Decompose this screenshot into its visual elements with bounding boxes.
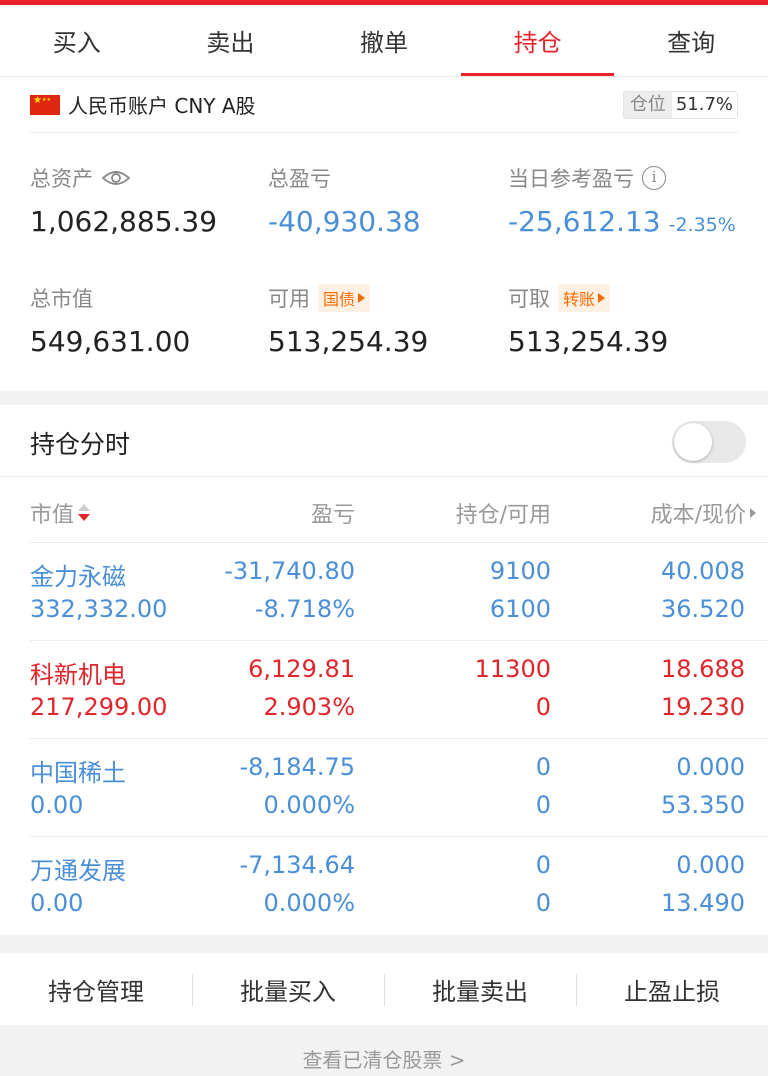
- stock-name: 中国稀土: [30, 759, 126, 787]
- batch-buy-button[interactable]: 批量买入: [192, 972, 384, 1007]
- stock-qty: 11300: [474, 655, 551, 683]
- withdrawable-funds: 可取 转账 513,254.39: [508, 283, 668, 358]
- flag-cn-icon: [30, 94, 60, 115]
- total-assets-value: 1,062,885.39: [30, 205, 218, 238]
- stock-available: 0: [535, 889, 551, 917]
- daily-pl-value: -25,612.13: [508, 205, 661, 238]
- toggle-knob: [674, 423, 712, 461]
- available-value: 513,254.39: [268, 325, 429, 358]
- take-profit-stop-loss-button[interactable]: 止盈止损: [576, 972, 768, 1007]
- manage-holdings-button[interactable]: 持仓管理: [0, 972, 192, 1007]
- next-icon[interactable]: [750, 508, 756, 518]
- stock-cost: 0.000: [676, 753, 745, 781]
- stock-qty: 9100: [489, 557, 551, 585]
- trade-tabs: 买入 卖出 撤单 持仓 查询: [0, 5, 768, 77]
- account-header: 人民币账户 CNY A股 仓位 51.7%: [30, 77, 738, 133]
- transfer-tag[interactable]: 转账: [558, 284, 611, 312]
- stock-price: 19.230: [661, 693, 745, 721]
- treasury-bond-tag[interactable]: 国债: [318, 284, 371, 312]
- withdrawable-value: 513,254.39: [508, 325, 669, 358]
- batch-sell-button[interactable]: 批量卖出: [384, 972, 576, 1007]
- stock-name: 科新机电: [30, 661, 126, 689]
- col-cost[interactable]: 成本/现价: [651, 497, 756, 529]
- holdings-section: 持仓分时 市值 盈亏 持仓/可用 成本/现价 金力永磁 332,332.00 -…: [0, 405, 768, 935]
- total-pl-label: 总盈亏: [268, 167, 331, 191]
- stock-pl-pct: 0.000%: [263, 791, 355, 819]
- total-pl-value: -40,930.38: [268, 205, 421, 238]
- available-label: 可用: [268, 287, 310, 311]
- table-row[interactable]: 科新机电 217,299.00 6,129.81 2.903% 11300 0 …: [30, 640, 768, 738]
- market-value: 总市值 549,631.00: [30, 283, 190, 358]
- holdings-title: 持仓分时: [30, 430, 131, 459]
- view-cleared-stocks-link[interactable]: 查看已清仓股票 >: [0, 1044, 768, 1073]
- intraday-toggle[interactable]: [672, 421, 746, 463]
- stock-pl: 6,129.81: [248, 655, 355, 683]
- available-funds: 可用 国债 513,254.39: [268, 283, 428, 358]
- stock-qty: 0: [535, 851, 551, 879]
- stock-available: 0: [535, 693, 551, 721]
- stock-pl-pct: -8.718%: [254, 595, 355, 623]
- triangle-right-icon: [358, 293, 366, 303]
- sort-icon[interactable]: [78, 504, 91, 522]
- triangle-right-icon: [598, 293, 606, 303]
- total-assets: 总资产 1,062,885.39: [30, 163, 217, 238]
- stock-available: 0: [535, 791, 551, 819]
- stock-price: 13.490: [661, 889, 745, 917]
- stock-cost: 18.688: [661, 655, 745, 683]
- tab-query[interactable]: 查询: [614, 5, 768, 76]
- stock-cost: 0.000: [676, 851, 745, 879]
- stock-pl-pct: 0.000%: [263, 889, 355, 917]
- tab-buy[interactable]: 买入: [0, 5, 154, 76]
- withdrawable-label: 可取: [508, 287, 550, 311]
- col-pl: 盈亏: [310, 503, 355, 528]
- col-market-value[interactable]: 市值: [30, 497, 91, 529]
- tab-cancel[interactable]: 撤单: [307, 5, 461, 76]
- stock-market-value: 0.00: [30, 889, 84, 917]
- daily-pl-label: 当日参考盈亏: [508, 167, 634, 191]
- stock-pl: -31,740.80: [224, 557, 355, 585]
- tab-holdings[interactable]: 持仓: [460, 5, 615, 76]
- position-badge: 仓位 51.7%: [622, 90, 738, 119]
- tab-sell[interactable]: 卖出: [154, 5, 308, 76]
- stock-pl: -8,184.75: [239, 753, 355, 781]
- account-name: 人民币账户 CNY A股: [68, 94, 256, 118]
- stock-market-value: 332,332.00: [30, 595, 168, 623]
- table-row[interactable]: 中国稀土 0.00 -8,184.75 0.000% 0 0 0.000 53.…: [30, 738, 768, 836]
- account-summary: 人民币账户 CNY A股 仓位 51.7% 总资产 1,062,885.39 总…: [0, 77, 768, 391]
- stock-pl-pct: 2.903%: [263, 693, 355, 721]
- stock-cost: 40.008: [661, 557, 745, 585]
- stock-qty: 0: [535, 753, 551, 781]
- holdings-actions: 持仓管理 批量买入 批量卖出 止盈止损: [0, 953, 768, 1025]
- daily-pl-pct: -2.35%: [668, 214, 736, 236]
- daily-pl: 当日参考盈亏 i -25,612.13 -2.35%: [508, 163, 736, 238]
- market-value-label: 总市值: [30, 287, 93, 311]
- stock-price: 36.520: [661, 595, 745, 623]
- holdings-table-header: 市值 盈亏 持仓/可用 成本/现价: [0, 477, 768, 542]
- market-value-value: 549,631.00: [30, 325, 191, 358]
- table-row[interactable]: 万通发展 0.00 -7,134.64 0.000% 0 0 0.000 13.…: [30, 836, 768, 934]
- position-label: 仓位: [623, 91, 672, 118]
- stock-available: 6100: [489, 595, 551, 623]
- total-assets-label: 总资产: [30, 167, 93, 191]
- eye-icon[interactable]: [101, 169, 131, 187]
- position-value: 51.7%: [675, 94, 733, 115]
- total-pl: 总盈亏 -40,930.38: [268, 163, 421, 238]
- info-icon[interactable]: i: [642, 166, 666, 190]
- stock-price: 53.350: [661, 791, 745, 819]
- table-row[interactable]: 金力永磁 332,332.00 -31,740.80 -8.718% 9100 …: [30, 542, 768, 640]
- stock-market-value: 0.00: [30, 791, 84, 819]
- stock-name: 万通发展: [30, 857, 126, 885]
- stock-pl: -7,134.64: [239, 851, 355, 879]
- stock-name: 金力永磁: [30, 563, 126, 591]
- stock-market-value: 217,299.00: [30, 693, 168, 721]
- holdings-header: 持仓分时: [0, 405, 768, 477]
- col-qty: 持仓/可用: [455, 503, 551, 528]
